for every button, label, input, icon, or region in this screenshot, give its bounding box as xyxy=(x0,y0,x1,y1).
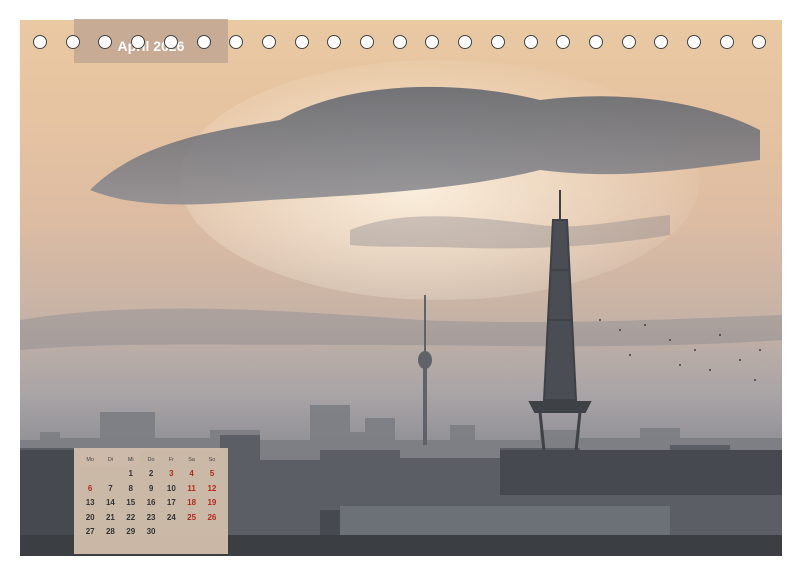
calendar-day: 20 xyxy=(85,512,95,522)
calendar-day: 11 xyxy=(187,483,196,493)
binding-ring xyxy=(621,35,636,49)
weekday-header: Mo xyxy=(86,457,94,463)
calendar-grid: Mo Di Mi Do Fr Sa So 1 2 3 4 5 6 7 8 9 10 11 12 13 14 15 16 17 1… xyxy=(80,455,222,539)
calendar-day: 5 xyxy=(209,469,215,478)
weekday-header: Mi xyxy=(127,457,134,463)
calendar-day: 28 xyxy=(105,527,115,536)
calendar-day: 6 xyxy=(87,483,93,493)
binding-ring xyxy=(588,35,603,49)
calendar-day xyxy=(80,467,100,481)
binding-ring xyxy=(196,35,211,49)
calendar-day: 15 xyxy=(126,498,136,507)
calendar-day xyxy=(202,525,222,539)
calendar-day: 21 xyxy=(105,512,115,522)
calendar-day xyxy=(100,467,120,481)
binding-ring xyxy=(490,35,505,49)
weekday-header: Di xyxy=(107,457,114,463)
calendar-day: 17 xyxy=(166,498,176,507)
binding-ring xyxy=(360,35,374,49)
calendar-day: 19 xyxy=(207,498,217,507)
binding-ring xyxy=(392,35,407,49)
calendar-day xyxy=(161,525,181,539)
month-calendar: Mo Di Mi Do Fr Sa So 1 2 3 4 5 6 7 8 9 10 11 12 13 14 15 16 17 1… xyxy=(74,448,228,554)
calendar-day: 30 xyxy=(146,527,156,536)
calendar-day: 8 xyxy=(128,483,133,493)
binding-ring xyxy=(719,35,734,49)
binding-ring xyxy=(131,35,146,49)
weekday-header: So xyxy=(208,457,216,463)
calendar-day: 4 xyxy=(189,469,194,478)
calendar-day: 24 xyxy=(166,512,176,522)
binding-ring xyxy=(458,35,473,49)
weekday-header: Sa xyxy=(188,457,195,463)
binding-ring xyxy=(523,35,538,49)
calendar-day: 16 xyxy=(146,498,156,507)
calendar-day: 25 xyxy=(187,512,197,522)
binding-ring xyxy=(163,35,178,49)
calendar-day: 27 xyxy=(85,527,95,536)
weekday-header: Do xyxy=(147,457,155,463)
calendar-day: 1 xyxy=(128,469,133,478)
calendar-day: 2 xyxy=(148,469,154,478)
binding-ring xyxy=(33,35,47,49)
tv-tower xyxy=(418,295,432,445)
cloud-streak xyxy=(20,308,782,350)
binding-ring xyxy=(294,35,309,49)
low-building xyxy=(340,506,670,536)
calendar-day: 10 xyxy=(166,483,176,493)
calendar-day: 3 xyxy=(169,469,174,478)
calendar-day xyxy=(181,525,201,539)
weekday-header: Fr xyxy=(168,457,174,463)
calendar-day: 26 xyxy=(207,512,217,522)
calendar-day: 13 xyxy=(85,498,95,507)
calendar-day: 9 xyxy=(148,483,154,493)
calendar-day: 23 xyxy=(146,512,156,522)
calendar-day: 18 xyxy=(187,498,197,507)
calendar-day: 12 xyxy=(207,483,217,493)
calendar-day: 22 xyxy=(126,512,136,522)
binding-ring xyxy=(261,35,276,49)
calendar-day: 14 xyxy=(105,498,115,507)
binding-ring xyxy=(687,35,701,49)
calendar-day: 7 xyxy=(108,483,113,493)
calendar-day: 29 xyxy=(126,527,136,536)
binding-ring xyxy=(65,35,80,49)
